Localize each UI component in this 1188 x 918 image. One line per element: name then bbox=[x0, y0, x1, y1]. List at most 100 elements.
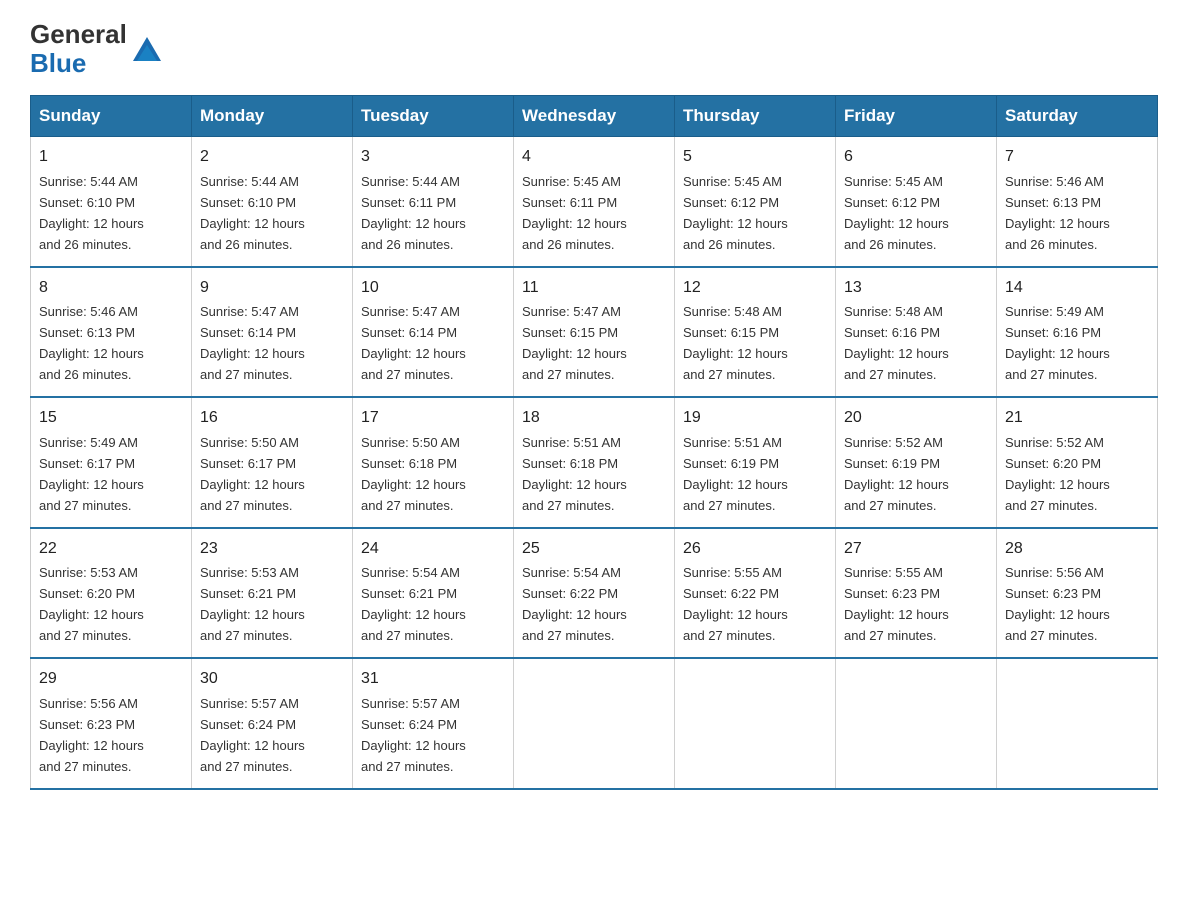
day-info: Sunrise: 5:50 AMSunset: 6:17 PMDaylight:… bbox=[200, 435, 305, 513]
calendar-cell: 1 Sunrise: 5:44 AMSunset: 6:10 PMDaylight… bbox=[31, 137, 192, 267]
day-number: 14 bbox=[1005, 276, 1149, 301]
day-info: Sunrise: 5:45 AMSunset: 6:12 PMDaylight:… bbox=[844, 174, 949, 252]
calendar-cell bbox=[675, 658, 836, 788]
day-number: 12 bbox=[683, 276, 827, 301]
day-number: 10 bbox=[361, 276, 505, 301]
weekday-header-thursday: Thursday bbox=[675, 96, 836, 137]
day-number: 20 bbox=[844, 406, 988, 431]
day-number: 9 bbox=[200, 276, 344, 301]
calendar-cell: 28 Sunrise: 5:56 AMSunset: 6:23 PMDayligh… bbox=[997, 528, 1158, 658]
day-info: Sunrise: 5:44 AMSunset: 6:10 PMDaylight:… bbox=[200, 174, 305, 252]
calendar-cell: 31 Sunrise: 5:57 AMSunset: 6:24 PMDayligh… bbox=[353, 658, 514, 788]
day-number: 27 bbox=[844, 537, 988, 562]
day-number: 19 bbox=[683, 406, 827, 431]
day-number: 1 bbox=[39, 145, 183, 170]
calendar-cell: 7 Sunrise: 5:46 AMSunset: 6:13 PMDaylight… bbox=[997, 137, 1158, 267]
weekday-header-saturday: Saturday bbox=[997, 96, 1158, 137]
calendar-cell: 12Sunrise: 5:48 AMSunset: 6:15 PMDayligh… bbox=[675, 267, 836, 397]
calendar-week-row: 1 Sunrise: 5:44 AMSunset: 6:10 PMDaylight… bbox=[31, 137, 1158, 267]
day-info: Sunrise: 5:56 AMSunset: 6:23 PMDaylight:… bbox=[1005, 565, 1110, 643]
day-info: Sunrise: 5:45 AMSunset: 6:12 PMDaylight:… bbox=[683, 174, 788, 252]
calendar-cell: 25 Sunrise: 5:54 AMSunset: 6:22 PMDayligh… bbox=[514, 528, 675, 658]
calendar-cell: 18 Sunrise: 5:51 AMSunset: 6:18 PMDayligh… bbox=[514, 397, 675, 527]
weekday-header-tuesday: Tuesday bbox=[353, 96, 514, 137]
calendar-cell: 9Sunrise: 5:47 AMSunset: 6:14 PMDaylight… bbox=[192, 267, 353, 397]
day-info: Sunrise: 5:56 AMSunset: 6:23 PMDaylight:… bbox=[39, 696, 144, 774]
day-number: 25 bbox=[522, 537, 666, 562]
day-info: Sunrise: 5:44 AMSunset: 6:11 PMDaylight:… bbox=[361, 174, 466, 252]
day-info: Sunrise: 5:46 AMSunset: 6:13 PMDaylight:… bbox=[39, 304, 144, 382]
weekday-header-friday: Friday bbox=[836, 96, 997, 137]
weekday-header-sunday: Sunday bbox=[31, 96, 192, 137]
calendar-week-row: 22 Sunrise: 5:53 AMSunset: 6:20 PMDayligh… bbox=[31, 528, 1158, 658]
day-info: Sunrise: 5:49 AMSunset: 6:17 PMDaylight:… bbox=[39, 435, 144, 513]
day-info: Sunrise: 5:51 AMSunset: 6:18 PMDaylight:… bbox=[522, 435, 627, 513]
calendar-cell: 3Sunrise: 5:44 AMSunset: 6:11 PMDaylight… bbox=[353, 137, 514, 267]
day-info: Sunrise: 5:44 AMSunset: 6:10 PMDaylight:… bbox=[39, 174, 144, 252]
day-info: Sunrise: 5:53 AMSunset: 6:21 PMDaylight:… bbox=[200, 565, 305, 643]
day-info: Sunrise: 5:49 AMSunset: 6:16 PMDaylight:… bbox=[1005, 304, 1110, 382]
day-info: Sunrise: 5:53 AMSunset: 6:20 PMDaylight:… bbox=[39, 565, 144, 643]
day-number: 23 bbox=[200, 537, 344, 562]
day-number: 5 bbox=[683, 145, 827, 170]
day-info: Sunrise: 5:57 AMSunset: 6:24 PMDaylight:… bbox=[361, 696, 466, 774]
calendar-cell: 10 Sunrise: 5:47 AMSunset: 6:14 PMDayligh… bbox=[353, 267, 514, 397]
calendar-cell: 27 Sunrise: 5:55 AMSunset: 6:23 PMDayligh… bbox=[836, 528, 997, 658]
calendar-cell: 15 Sunrise: 5:49 AMSunset: 6:17 PMDayligh… bbox=[31, 397, 192, 527]
weekday-header-wednesday: Wednesday bbox=[514, 96, 675, 137]
calendar-cell: 20 Sunrise: 5:52 AMSunset: 6:19 PMDayligh… bbox=[836, 397, 997, 527]
day-info: Sunrise: 5:55 AMSunset: 6:23 PMDaylight:… bbox=[844, 565, 949, 643]
day-number: 11 bbox=[522, 276, 666, 301]
day-info: Sunrise: 5:52 AMSunset: 6:19 PMDaylight:… bbox=[844, 435, 949, 513]
calendar-cell bbox=[836, 658, 997, 788]
day-number: 16 bbox=[200, 406, 344, 431]
day-number: 31 bbox=[361, 667, 505, 692]
day-info: Sunrise: 5:51 AMSunset: 6:19 PMDaylight:… bbox=[683, 435, 788, 513]
day-number: 26 bbox=[683, 537, 827, 562]
calendar-cell: 19 Sunrise: 5:51 AMSunset: 6:19 PMDayligh… bbox=[675, 397, 836, 527]
day-info: Sunrise: 5:54 AMSunset: 6:22 PMDaylight:… bbox=[522, 565, 627, 643]
day-number: 30 bbox=[200, 667, 344, 692]
calendar-cell: 4Sunrise: 5:45 AMSunset: 6:11 PMDaylight… bbox=[514, 137, 675, 267]
calendar-cell: 29 Sunrise: 5:56 AMSunset: 6:23 PMDayligh… bbox=[31, 658, 192, 788]
calendar-cell: 24 Sunrise: 5:54 AMSunset: 6:21 PMDayligh… bbox=[353, 528, 514, 658]
day-number: 22 bbox=[39, 537, 183, 562]
day-info: Sunrise: 5:54 AMSunset: 6:21 PMDaylight:… bbox=[361, 565, 466, 643]
day-number: 21 bbox=[1005, 406, 1149, 431]
day-info: Sunrise: 5:57 AMSunset: 6:24 PMDaylight:… bbox=[200, 696, 305, 774]
calendar-table: SundayMondayTuesdayWednesdayThursdayFrid… bbox=[30, 95, 1158, 789]
day-info: Sunrise: 5:55 AMSunset: 6:22 PMDaylight:… bbox=[683, 565, 788, 643]
calendar-week-row: 8 Sunrise: 5:46 AMSunset: 6:13 PMDaylight… bbox=[31, 267, 1158, 397]
calendar-cell: 23 Sunrise: 5:53 AMSunset: 6:21 PMDayligh… bbox=[192, 528, 353, 658]
day-info: Sunrise: 5:52 AMSunset: 6:20 PMDaylight:… bbox=[1005, 435, 1110, 513]
logo-icon bbox=[129, 31, 165, 67]
day-number: 24 bbox=[361, 537, 505, 562]
day-number: 17 bbox=[361, 406, 505, 431]
day-number: 13 bbox=[844, 276, 988, 301]
day-number: 18 bbox=[522, 406, 666, 431]
calendar-cell: 30 Sunrise: 5:57 AMSunset: 6:24 PMDayligh… bbox=[192, 658, 353, 788]
day-info: Sunrise: 5:50 AMSunset: 6:18 PMDaylight:… bbox=[361, 435, 466, 513]
calendar-cell: 26 Sunrise: 5:55 AMSunset: 6:22 PMDayligh… bbox=[675, 528, 836, 658]
calendar-week-row: 15 Sunrise: 5:49 AMSunset: 6:17 PMDayligh… bbox=[31, 397, 1158, 527]
day-number: 15 bbox=[39, 406, 183, 431]
calendar-cell bbox=[997, 658, 1158, 788]
calendar-cell: 14 Sunrise: 5:49 AMSunset: 6:16 PMDayligh… bbox=[997, 267, 1158, 397]
day-info: Sunrise: 5:46 AMSunset: 6:13 PMDaylight:… bbox=[1005, 174, 1110, 252]
calendar-cell: 2Sunrise: 5:44 AMSunset: 6:10 PMDaylight… bbox=[192, 137, 353, 267]
day-info: Sunrise: 5:47 AMSunset: 6:15 PMDaylight:… bbox=[522, 304, 627, 382]
day-info: Sunrise: 5:47 AMSunset: 6:14 PMDaylight:… bbox=[361, 304, 466, 382]
calendar-cell: 13 Sunrise: 5:48 AMSunset: 6:16 PMDayligh… bbox=[836, 267, 997, 397]
calendar-cell: 22 Sunrise: 5:53 AMSunset: 6:20 PMDayligh… bbox=[31, 528, 192, 658]
logo-text: GeneralBlue bbox=[30, 20, 127, 77]
day-number: 29 bbox=[39, 667, 183, 692]
calendar-header-row: SundayMondayTuesdayWednesdayThursdayFrid… bbox=[31, 96, 1158, 137]
day-number: 6 bbox=[844, 145, 988, 170]
page-header: GeneralBlue bbox=[30, 20, 1158, 77]
day-info: Sunrise: 5:48 AMSunset: 6:16 PMDaylight:… bbox=[844, 304, 949, 382]
day-number: 7 bbox=[1005, 145, 1149, 170]
day-number: 28 bbox=[1005, 537, 1149, 562]
calendar-cell bbox=[514, 658, 675, 788]
day-number: 8 bbox=[39, 276, 183, 301]
weekday-header-monday: Monday bbox=[192, 96, 353, 137]
